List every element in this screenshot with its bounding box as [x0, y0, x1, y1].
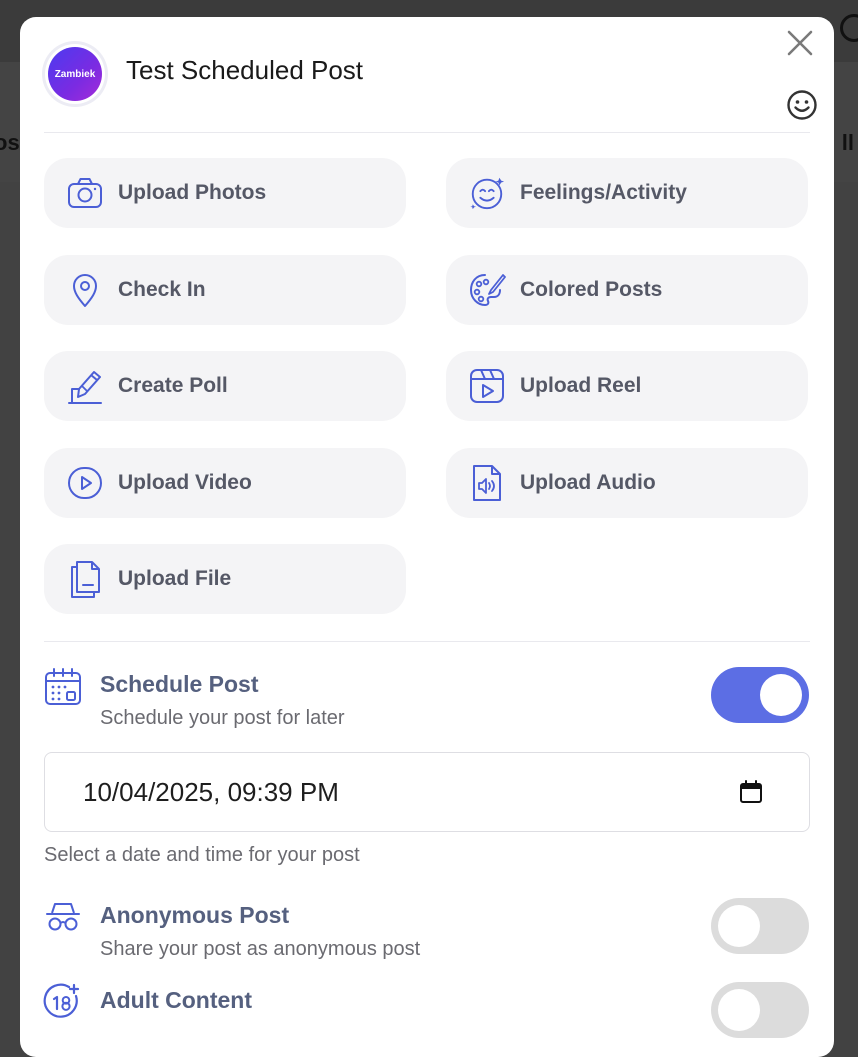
- feelings-activity-button[interactable]: Feelings/Activity: [446, 158, 808, 228]
- toggle-knob: [718, 905, 760, 947]
- poll-pen-icon: [66, 367, 104, 405]
- upload-reel-label: Upload Reel: [520, 374, 642, 397]
- upload-photos-button[interactable]: Upload Photos: [44, 158, 406, 228]
- create-post-modal: Zambiek Test Scheduled Post Upload Photo…: [20, 17, 834, 1057]
- toggle-knob: [760, 674, 802, 716]
- schedule-post-title: Schedule Post: [100, 671, 259, 697]
- create-poll-button[interactable]: Create Poll: [44, 351, 406, 421]
- upload-audio-button[interactable]: Upload Audio: [446, 448, 808, 518]
- schedule-post-subtitle: Schedule your post for later: [100, 707, 345, 729]
- upload-file-label: Upload File: [118, 567, 232, 590]
- toggle-knob: [718, 989, 760, 1031]
- background-text-left: os: [0, 130, 20, 155]
- anonymous-post-toggle[interactable]: [711, 898, 809, 954]
- calendar-schedule-icon: [43, 667, 83, 707]
- avatar-logo: Zambiek: [48, 47, 102, 101]
- camera-icon: [66, 174, 104, 212]
- check-in-label: Check In: [118, 278, 206, 301]
- create-poll-label: Create Poll: [118, 374, 228, 397]
- datetime-help-text: Select a date and time for your post: [44, 844, 360, 866]
- smiley-icon: [787, 90, 817, 120]
- anonymous-post-subtitle: Share your post as anonymous post: [100, 938, 421, 960]
- modal-header: Zambiek Test Scheduled Post: [20, 17, 834, 133]
- options-divider: [44, 641, 810, 642]
- adult-content-title: Adult Content: [100, 987, 253, 1013]
- audio-file-icon: [468, 464, 506, 502]
- colored-posts-label: Colored Posts: [520, 278, 663, 301]
- file-icon: [66, 560, 104, 598]
- close-icon: [787, 30, 813, 56]
- upload-file-button[interactable]: Upload File: [44, 544, 406, 614]
- anonymous-post-title: Anonymous Post: [100, 902, 290, 928]
- header-divider: [44, 132, 810, 133]
- schedule-post-toggle[interactable]: [711, 667, 809, 723]
- feelings-activity-label: Feelings/Activity: [520, 181, 687, 204]
- upload-video-button[interactable]: Upload Video: [44, 448, 406, 518]
- reel-icon: [468, 367, 506, 405]
- location-pin-icon: [66, 271, 104, 309]
- datetime-value: 10/04/2025, 09:39 PM: [83, 777, 339, 807]
- video-play-icon: [66, 464, 104, 502]
- emoji-button[interactable]: [786, 89, 818, 121]
- close-button[interactable]: [784, 27, 816, 59]
- upload-video-label: Upload Video: [118, 471, 252, 494]
- adult-18-plus-icon: [43, 982, 83, 1022]
- anonymous-icon: [43, 897, 83, 937]
- palette-icon: [468, 271, 506, 309]
- upload-reel-button[interactable]: Upload Reel: [446, 351, 808, 421]
- upload-photos-label: Upload Photos: [118, 181, 267, 204]
- emoji-icon: [468, 174, 506, 212]
- schedule-datetime-input[interactable]: 10/04/2025, 09:39 PM: [44, 752, 810, 832]
- colored-posts-button[interactable]: Colored Posts: [446, 255, 808, 325]
- upload-audio-label: Upload Audio: [520, 471, 656, 494]
- background-text-right: ll: [841, 130, 854, 155]
- adult-content-toggle[interactable]: [711, 982, 809, 1038]
- page-title: Test Scheduled Post: [126, 55, 364, 85]
- avatar: Zambiek: [45, 44, 105, 104]
- check-in-button[interactable]: Check In: [44, 255, 406, 325]
- calendar-icon: [740, 780, 762, 803]
- calendar-picker-button[interactable]: [738, 779, 764, 805]
